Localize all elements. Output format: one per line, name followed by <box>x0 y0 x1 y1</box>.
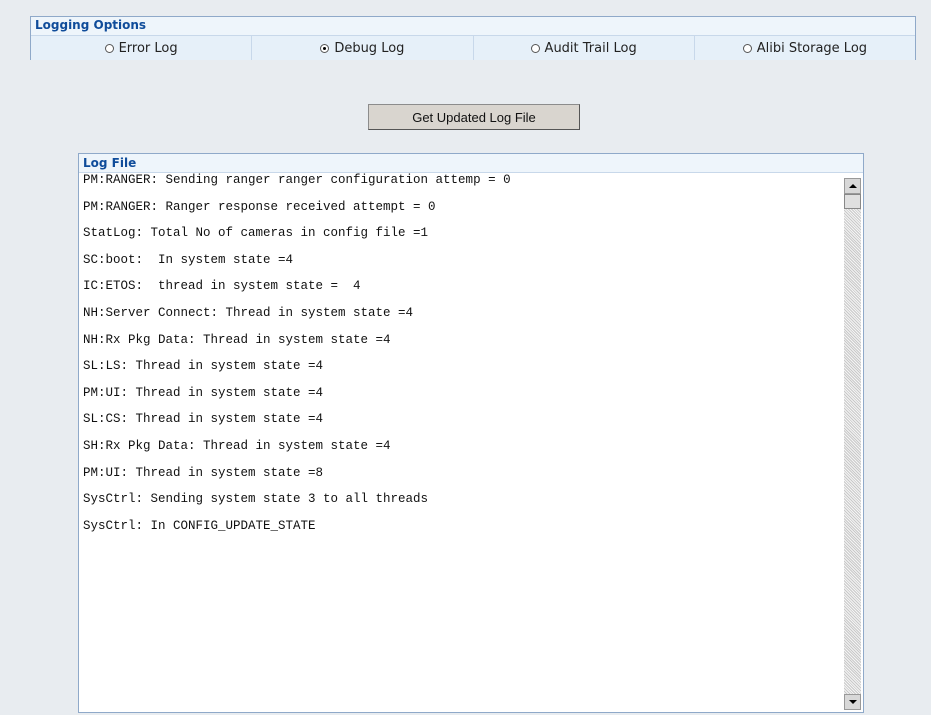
vertical-scrollbar[interactable] <box>844 178 861 710</box>
log-line: SH:Rx Pkg Data: Thread in system state =… <box>83 438 391 453</box>
radio-debug-log[interactable]: Debug Log <box>252 36 474 60</box>
arrow-up-icon <box>848 184 857 188</box>
log-file-panel: Log File PM:RANGER: Sending ranger range… <box>78 153 864 713</box>
log-line: SysCtrl: In CONFIG_UPDATE_STATE <box>83 518 316 533</box>
radio-label-audit-trail-log: Audit Trail Log <box>544 40 637 56</box>
scroll-down-button[interactable] <box>844 694 861 710</box>
radio-label-debug-log: Debug Log <box>334 40 405 56</box>
log-line: PM:UI: Thread in system state =4 <box>83 385 324 400</box>
logging-options-row: Error Log Debug Log Audit Trail Log Alib… <box>31 35 915 60</box>
radio-selected-icon[interactable] <box>320 43 330 53</box>
log-line: SysCtrl: Sending system state 3 to all t… <box>83 492 429 507</box>
log-file-title: Log File <box>79 154 863 173</box>
radio-alibi-storage-log[interactable]: Alibi Storage Log <box>695 36 915 60</box>
logging-options-title: Logging Options <box>31 17 915 35</box>
radio-icon[interactable] <box>742 43 752 53</box>
radio-icon[interactable] <box>530 43 540 53</box>
log-line: PM:RANGER: Ranger response received atte… <box>83 199 436 214</box>
log-line: SL:LS: Thread in system state =4 <box>83 359 324 374</box>
radio-label-error-log: Error Log <box>118 40 178 56</box>
log-line: SL:CS: Thread in system state =4 <box>83 412 324 427</box>
radio-label-alibi-storage-log: Alibi Storage Log <box>756 40 868 56</box>
scroll-up-button[interactable] <box>844 178 861 194</box>
logging-options-panel: Logging Options Error Log Debug Log Audi… <box>30 16 916 60</box>
radio-icon[interactable] <box>104 43 114 53</box>
radio-audit-trail-log[interactable]: Audit Trail Log <box>474 36 695 60</box>
log-line: PM:UI: Thread in system state =8 <box>83 465 324 480</box>
log-line: SC:boot: In system state =4 <box>83 252 294 267</box>
get-updated-log-file-button[interactable]: Get Updated Log File <box>368 104 580 130</box>
log-line: PM:RANGER: Sending ranger ranger configu… <box>83 173 511 187</box>
arrow-down-icon <box>848 700 857 704</box>
log-line: NH:Rx Pkg Data: Thread in system state =… <box>83 332 391 347</box>
scrollbar-thumb[interactable] <box>844 194 861 209</box>
log-line: StatLog: Total No of cameras in config f… <box>83 226 429 241</box>
log-line: NH:Server Connect: Thread in system stat… <box>83 305 414 320</box>
log-file-content[interactable]: PM:RANGER: Sending ranger ranger configu… <box>79 173 843 712</box>
radio-error-log[interactable]: Error Log <box>31 36 253 60</box>
log-line: IC:ETOS: thread in system state = 4 <box>83 279 361 294</box>
